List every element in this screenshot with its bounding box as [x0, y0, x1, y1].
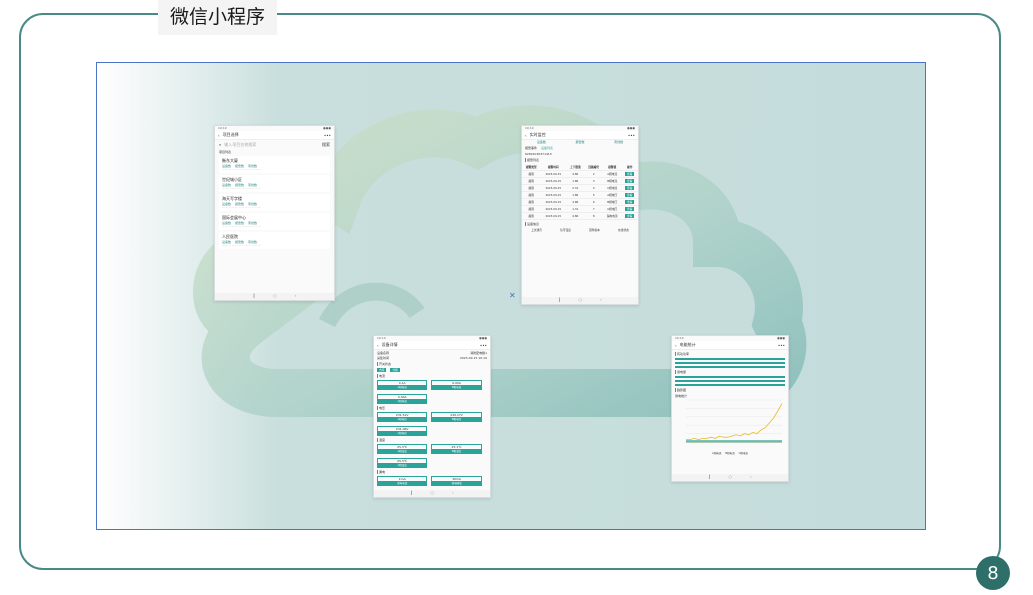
- navbar: ‹ 电能统计 •••: [672, 341, 788, 350]
- search-button[interactable]: 搜索: [322, 142, 330, 148]
- series-line-0: [686, 403, 783, 441]
- close-icon: ✕: [509, 291, 516, 300]
- metric-tile: 231.51V A相电压: [377, 412, 428, 422]
- alarm-table: 报警类型 报警时间 上下限值 回路编号 报警值 操作 越限 2023-09-15 4.86 2 A…: [522, 164, 638, 220]
- phone-realtime-monitor: 10:10 ●●● ‹ 实时监控 ••• 设备数 报警数 离线数 报警事件 设备列…: [521, 125, 639, 305]
- more-icon[interactable]: •••: [778, 343, 785, 348]
- metric-tile: 0.00A C相电流: [377, 394, 428, 404]
- back-icon[interactable]: ‹: [675, 343, 677, 348]
- list-item[interactable]: 国际会展中心 设备数 报警数 离线数 — — — — — — — — — — — —: [219, 213, 330, 230]
- search-input[interactable]: 输入项目名称搜索: [224, 142, 319, 148]
- back-icon[interactable]: ‹: [218, 133, 220, 138]
- metric-tile: 0.00A B相电流: [431, 380, 482, 390]
- list-header: 项目列表: [219, 150, 232, 154]
- table-row: 越限 2023-09-15 4.86 2 A相电流 查看: [522, 170, 638, 178]
- phone-energy-stats: 10:10 ●●● ‹ 电能统计 ••• 有功功率 用电量 趋势图 用电统计 A相…: [671, 335, 789, 482]
- navbar: ‹ 实时监控 •••: [522, 131, 638, 140]
- table-row: 越限 2023-09-15 1.86 3 B相电流 查看: [522, 177, 638, 185]
- metric-tile: 231.06V C相电压: [377, 426, 428, 436]
- metric-tile: 25.3℃ C相温度: [377, 458, 428, 468]
- legend-b: B相电流: [725, 452, 735, 455]
- phone-device-detail: 10:10 ●●● ‹ 设备详情 ••• 设备名称 消防配电箱1 采集时间 2023-…: [373, 335, 491, 498]
- tab-devices[interactable]: 设备列表: [541, 146, 553, 150]
- navbar: ‹ 设备详情 •••: [374, 341, 490, 350]
- metric-tile: 0.1A A相电流: [377, 380, 428, 390]
- metric-tile: 30mA 漏电阈值: [431, 476, 482, 486]
- search-icon: ⌕: [219, 142, 222, 147]
- power-values: [675, 358, 785, 368]
- view-button[interactable]: 查看: [625, 186, 635, 190]
- metric-tile: 25.3℃ A相温度: [377, 444, 428, 454]
- back-icon[interactable]: ‹: [525, 133, 527, 138]
- metric-tile: 1mA 漏电电流: [377, 476, 428, 486]
- view-button[interactable]: 查看: [625, 207, 635, 211]
- navbar: ‹ 项目选择 •••: [215, 131, 334, 140]
- table-row: 越限 2023-09-15 1.31 7 C相电压 查看: [522, 205, 638, 213]
- more-icon[interactable]: •••: [480, 343, 487, 348]
- view-button[interactable]: 查看: [625, 193, 635, 197]
- frame-title: 微信小程序: [158, 0, 278, 35]
- tab-alarm[interactable]: 报警事件: [525, 146, 537, 150]
- slide-canvas: 10:10 ●●● ‹ 项目选择 ••• ⌕ 输入项目名称搜索 搜索 项目列表 衡…: [96, 62, 926, 530]
- page-number-badge: 8: [976, 556, 1010, 590]
- more-icon[interactable]: •••: [628, 133, 635, 138]
- phone-project-select: 10:10 ●●● ‹ 项目选择 ••• ⌕ 输入项目名称搜索 搜索 项目列表 衡…: [214, 125, 335, 301]
- table-row: 越限 2023-09-15 4.86 6 B相电压 查看: [522, 198, 638, 206]
- switch-off-button[interactable]: 分闸: [390, 368, 400, 372]
- legend-c: C相电流: [738, 452, 748, 455]
- view-button[interactable]: 查看: [625, 200, 635, 204]
- trend-chart: [686, 399, 783, 443]
- device-id: 62841030371415: [525, 152, 552, 156]
- list-item[interactable]: 衡东大厦 设备数 报警数 离线数 — — — — — — — — — — — —: [219, 156, 330, 173]
- view-button[interactable]: 查看: [625, 214, 635, 218]
- metric-tile: 25.1℃ B相温度: [431, 444, 482, 454]
- switch-on-button[interactable]: 合闸: [377, 368, 387, 372]
- back-icon[interactable]: ‹: [377, 343, 379, 348]
- table-row: 越限 2023-09-15 1.86 5 A相电压 查看: [522, 191, 638, 199]
- list-item[interactable]: 世纪城小区 设备数 报警数 离线数 — — — — — — — — — — — —: [219, 175, 330, 192]
- metric-tile: 230.17V B相电压: [431, 412, 482, 422]
- list-item[interactable]: 海天写字楼 设备数 报警数 离线数 — — — — — — — — — — — —: [219, 194, 330, 211]
- more-icon[interactable]: •••: [324, 133, 331, 138]
- view-button[interactable]: 查看: [625, 172, 635, 176]
- energy-values: [675, 376, 785, 386]
- view-button[interactable]: 查看: [625, 179, 635, 183]
- table-row: 越限 2023-09-15 4.86 8 漏电电流 查看: [522, 212, 638, 220]
- table-row: 越限 2023-09-15 2.31 4 C相电流 查看: [522, 184, 638, 192]
- legend-a: A相电流: [712, 452, 722, 455]
- list-item[interactable]: 人民医院 设备数 报警数 离线数 — — — — — — — — — — — —: [219, 232, 330, 249]
